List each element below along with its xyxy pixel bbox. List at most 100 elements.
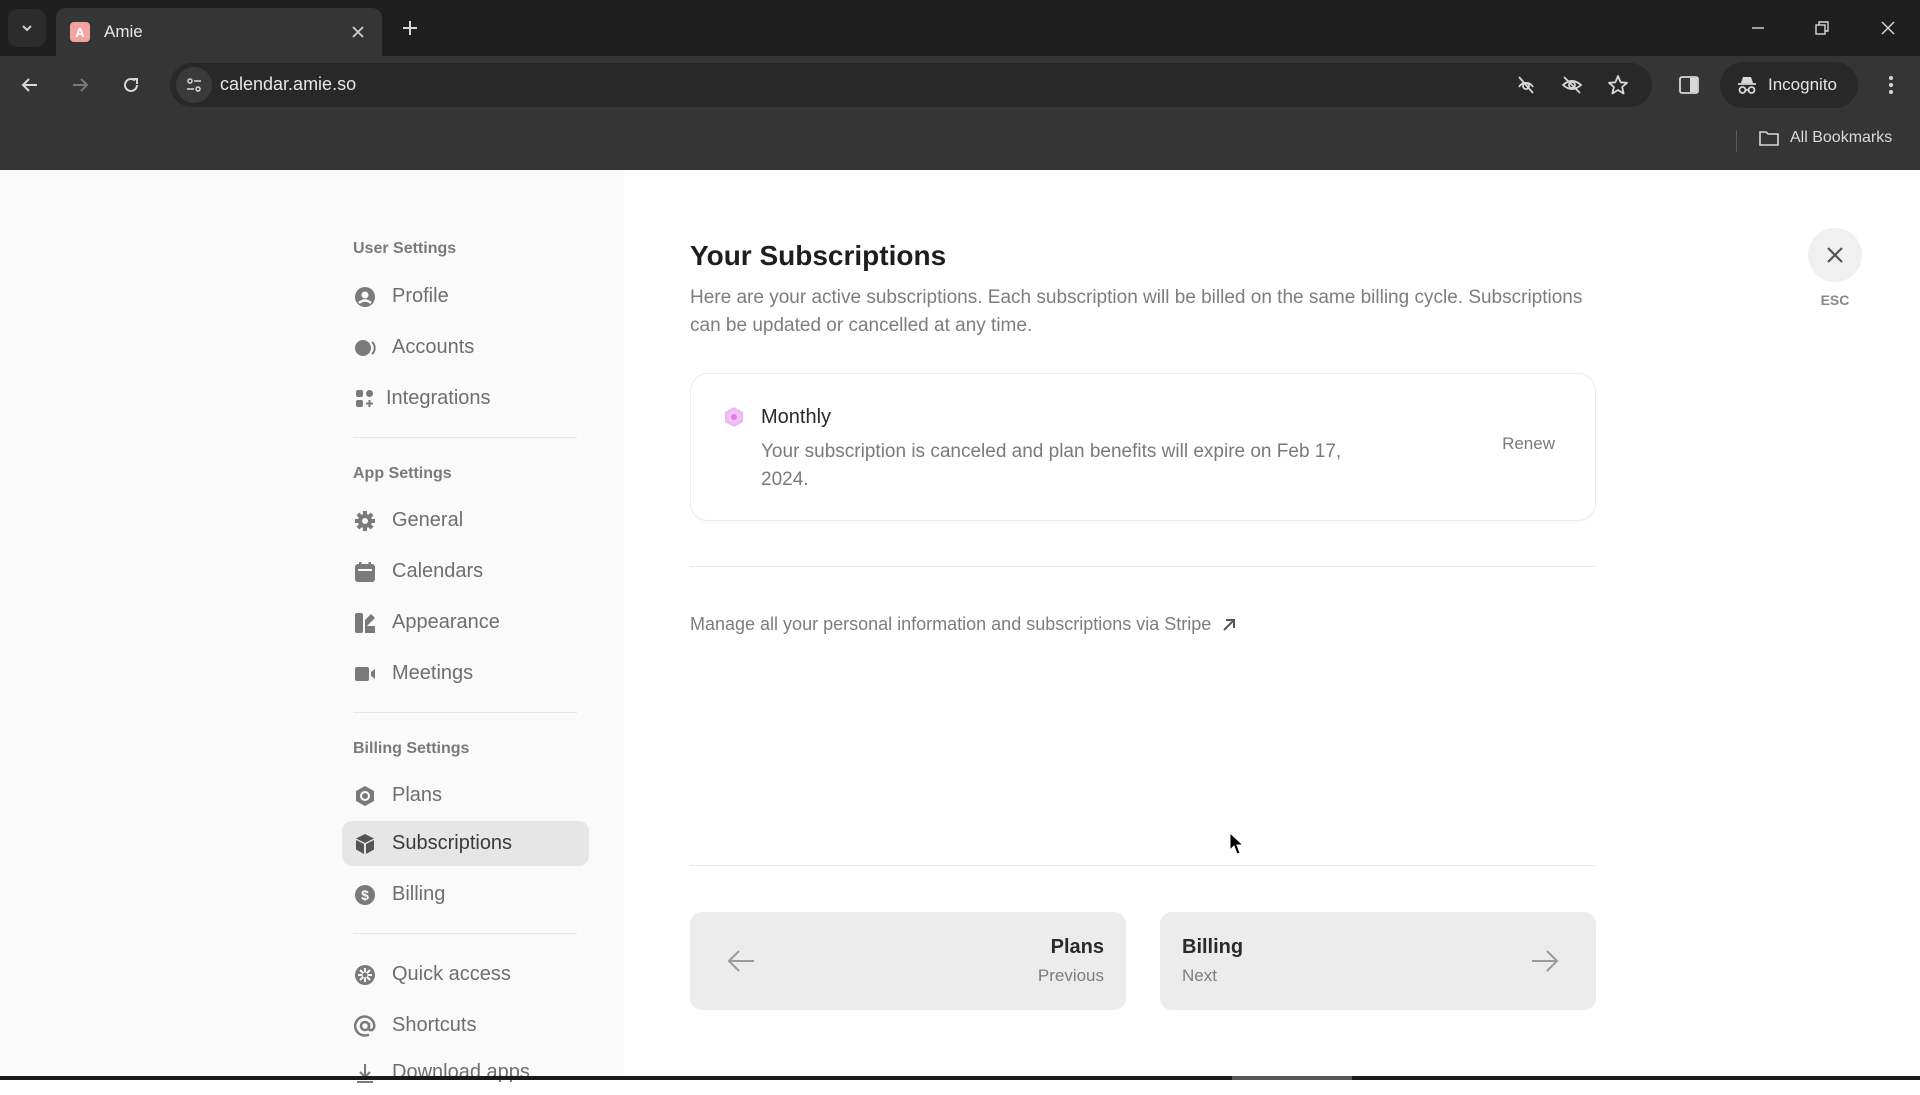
download-icon xyxy=(354,1062,376,1084)
sidebar-item-integrations[interactable]: Integrations xyxy=(342,376,589,421)
appearance-icon xyxy=(354,612,376,634)
browser-tab[interactable]: A Amie xyxy=(56,8,382,56)
quick-access-icon xyxy=(354,964,376,986)
integrations-icon xyxy=(354,388,376,410)
page-description: Here are your active subscriptions. Each… xyxy=(690,287,1583,336)
sidebar-item-meetings[interactable]: Meetings xyxy=(342,651,589,696)
sidebar-item-plans[interactable]: Plans xyxy=(342,773,589,818)
horizontal-scrollbar[interactable] xyxy=(0,1076,1920,1080)
sidebar-item-label: Integrations xyxy=(386,387,491,409)
stripe-link-text: Manage all your personal information and… xyxy=(690,614,1212,634)
stripe-manage-link[interactable]: Manage all your personal information and… xyxy=(690,614,1237,635)
sidebar-item-quick-access[interactable]: Quick access xyxy=(342,952,589,997)
tracking-protection-button[interactable] xyxy=(1514,73,1538,97)
sidebar-divider xyxy=(353,712,577,713)
settings-sidebar: User Settings Profile Accounts Integrati… xyxy=(0,170,624,1083)
sidebar-item-download-apps[interactable]: Download apps xyxy=(342,1050,589,1095)
external-link-arrow-icon xyxy=(1223,618,1236,631)
sidebar-item-profile[interactable]: Profile xyxy=(342,274,589,319)
tab-close-button[interactable] xyxy=(348,22,368,42)
svg-text:$: $ xyxy=(361,887,369,903)
esc-shortcut-label: ESC xyxy=(1820,292,1850,308)
sidebar-item-label: Plans xyxy=(392,784,443,806)
arrow-right-icon xyxy=(73,78,89,92)
sidebar-item-label: Appearance xyxy=(392,611,500,633)
back-button[interactable] xyxy=(13,68,47,102)
site-info-button[interactable] xyxy=(176,67,212,103)
sidebar-item-general[interactable]: General xyxy=(342,498,589,543)
sidebar-item-label: General xyxy=(392,509,464,531)
dollar-icon: $ xyxy=(354,884,376,906)
sidebar-item-label: Meetings xyxy=(392,662,474,684)
sidebar-item-label: Accounts xyxy=(392,336,475,358)
tab-search-button[interactable] xyxy=(8,9,46,47)
third-party-cookies-button[interactable] xyxy=(1560,73,1584,97)
plan-hexagon-icon xyxy=(725,407,743,427)
forward-button[interactable] xyxy=(63,68,97,102)
sidebar-item-label: Quick access xyxy=(392,963,511,985)
sidebar-item-accounts[interactable]: Accounts xyxy=(342,325,589,370)
eye-off-icon xyxy=(1561,76,1583,94)
plus-icon xyxy=(403,21,417,35)
side-panel-button[interactable] xyxy=(1674,68,1704,102)
close-icon xyxy=(1881,21,1895,35)
bookmarks-bar: All Bookmarks xyxy=(0,114,1920,170)
close-settings-button[interactable] xyxy=(1808,228,1862,282)
hexagon-icon xyxy=(354,785,376,807)
window-close-button[interactable] xyxy=(1872,12,1904,44)
user-circle-icon xyxy=(354,286,376,308)
address-bar[interactable]: calendar.amie.so xyxy=(170,63,1652,107)
incognito-icon xyxy=(1738,77,1756,94)
video-icon xyxy=(354,663,376,685)
sidebar-item-subscriptions[interactable]: Subscriptions xyxy=(342,821,589,866)
reload-button[interactable] xyxy=(114,68,148,102)
minimize-icon xyxy=(1752,27,1764,29)
close-icon xyxy=(1827,247,1843,263)
page-title: Your Subscriptions xyxy=(690,240,947,271)
bookmark-star-button[interactable] xyxy=(1606,73,1630,97)
eye-off-icon xyxy=(1518,76,1534,94)
sidebar-item-label: Subscriptions xyxy=(392,832,513,854)
sidebar-item-label: Download apps xyxy=(392,1061,530,1083)
sidebar-divider xyxy=(353,933,577,934)
next-page-label: Next xyxy=(1182,966,1217,985)
tune-icon xyxy=(187,78,201,92)
restore-icon xyxy=(1815,21,1829,35)
browser-menu-button[interactable] xyxy=(1876,68,1906,102)
new-tab-button[interactable] xyxy=(396,14,424,42)
tab-title: Amie xyxy=(104,22,143,41)
url-text[interactable]: calendar.amie.so xyxy=(220,74,356,95)
renew-button[interactable]: Renew xyxy=(1502,434,1555,454)
all-bookmarks-button[interactable]: All Bookmarks xyxy=(1758,128,1892,148)
settings-page: User Settings Profile Accounts Integrati… xyxy=(0,170,1920,1083)
sidebar-item-label: Profile xyxy=(392,285,449,307)
previous-page-button[interactable]: Plans Previous xyxy=(690,912,1126,1010)
previous-page-label: Previous xyxy=(1037,966,1104,985)
sidebar-item-label: Shortcuts xyxy=(392,1014,477,1036)
scrollbar-thumb[interactable] xyxy=(1232,1076,1352,1080)
gear-icon xyxy=(354,510,376,532)
sidebar-item-label: Billing xyxy=(392,883,446,905)
previous-page-title: Plans xyxy=(1050,936,1104,958)
subscription-status: Your subscription is canceled and plan b… xyxy=(761,441,1342,490)
minimize-button[interactable] xyxy=(1742,12,1774,44)
restore-button[interactable] xyxy=(1806,12,1838,44)
next-page-button[interactable]: Billing Next xyxy=(1160,912,1596,1010)
content-divider xyxy=(690,566,1596,567)
star-icon xyxy=(1608,75,1628,95)
incognito-badge[interactable]: Incognito xyxy=(1720,62,1858,108)
browser-toolbar: calendar.amie.so Incognito xyxy=(0,56,1920,114)
sidebar-item-shortcuts[interactable]: Shortcuts xyxy=(342,1003,589,1048)
subscription-card: Monthly Your subscription is canceled an… xyxy=(690,373,1596,521)
reload-icon xyxy=(124,77,138,92)
subscription-name: Monthly xyxy=(761,406,832,428)
all-bookmarks-label: All Bookmarks xyxy=(1790,129,1893,146)
amie-favicon-icon: A xyxy=(70,22,90,42)
next-page-title: Billing xyxy=(1182,936,1244,958)
section-title-billing-settings: Billing Settings xyxy=(353,740,470,757)
sidebar-item-calendars[interactable]: Calendars xyxy=(342,549,589,594)
mouse-cursor-icon xyxy=(1229,832,1245,855)
side-panel-icon xyxy=(1679,76,1699,94)
sidebar-item-billing[interactable]: $ Billing xyxy=(342,872,589,917)
sidebar-item-appearance[interactable]: Appearance xyxy=(342,600,589,645)
